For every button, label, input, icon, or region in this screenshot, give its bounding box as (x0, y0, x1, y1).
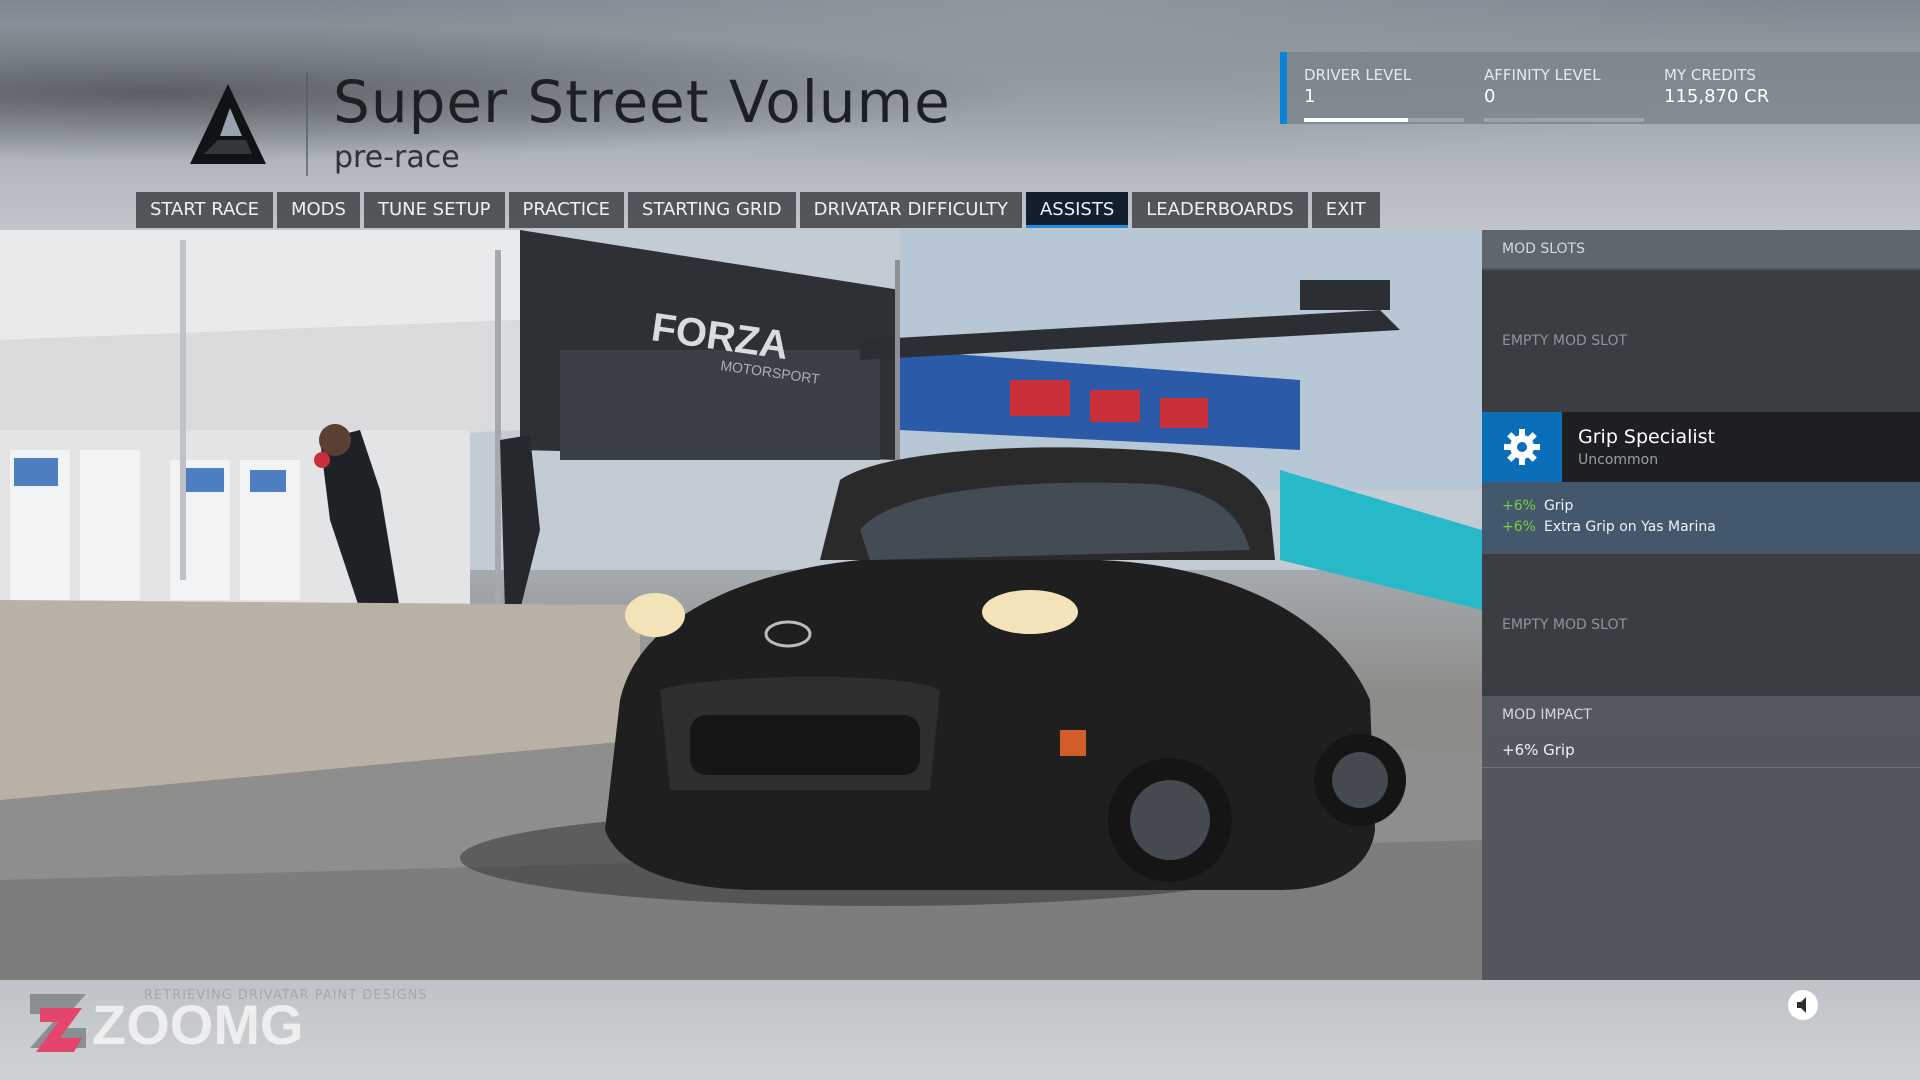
scene-illustration: FORZA MOTORSPORT (0, 230, 1482, 980)
player-stats: DRIVER LEVEL 1 AFFINITY LEVEL 0 MY CREDI… (1280, 52, 1920, 124)
affinity-level-stat: AFFINITY LEVEL 0 (1484, 66, 1601, 107)
mod-slots-header: MOD SLOTS (1482, 230, 1920, 268)
empty-mod-slot-2[interactable]: EMPTY MOD SLOT (1482, 554, 1920, 696)
gear-icon (1504, 429, 1540, 465)
driver-level-value: 1 (1304, 86, 1316, 107)
sound-toggle-button[interactable] (1788, 990, 1818, 1020)
mod-name: Grip Specialist (1578, 426, 1715, 448)
tab-starting-grid[interactable]: STARTING GRID (627, 192, 796, 228)
title-divider (306, 72, 308, 176)
tab-start-race[interactable]: START RACE (136, 192, 273, 228)
driver-level-label: DRIVER LEVEL (1304, 66, 1412, 84)
mod-effect-pct: +6% (1502, 498, 1536, 514)
stats-accent (1280, 52, 1287, 124)
tab-tune-setup[interactable]: TUNE SETUP (363, 192, 505, 228)
mod-impact-value: +6% Grip (1482, 732, 1920, 768)
mod-icon-box (1482, 412, 1562, 482)
credits-label: MY CREDITS (1664, 66, 1756, 84)
mod-impact-header: MOD IMPACT (1482, 696, 1920, 734)
affinity-level-bar (1484, 118, 1644, 122)
tab-leaderboards[interactable]: LEADERBOARDS (1132, 192, 1308, 228)
driver-level-stat: DRIVER LEVEL 1 (1304, 66, 1411, 107)
affinity-level-label: AFFINITY LEVEL (1484, 66, 1601, 84)
status-text: RETRIEVING DRIVATAR PAINT DESIGNS (144, 988, 428, 1003)
mod-card-grip-specialist[interactable]: Grip Specialist Uncommon (1482, 412, 1920, 482)
mod-slots-panel: MOD SLOTS EMPTY MOD SLOT Grip Specialist (1482, 230, 1920, 980)
mod-effect-row: +6% Grip (1502, 496, 1920, 517)
tab-practice[interactable]: PRACTICE (508, 192, 624, 228)
credits-stat: MY CREDITS 115,870 CR (1664, 66, 1769, 107)
pre-race-menu: START RACE MODS TUNE SETUP PRACTICE STARTING… (136, 192, 1384, 228)
driver-level-bar (1304, 118, 1464, 122)
car-preview-scene: FORZA MOTORSPORT (0, 230, 1482, 980)
affinity-level-value: 0 (1484, 86, 1496, 107)
tab-exit[interactable]: EXIT (1311, 192, 1380, 228)
mod-effects: +6% Grip +6% Extra Grip on Yas Marina (1482, 482, 1920, 552)
credits-value: 115,870 CR (1664, 86, 1770, 107)
mod-effect-text: Extra Grip on Yas Marina (1543, 519, 1716, 535)
event-subtitle: pre-race (334, 140, 460, 175)
speaker-icon (1797, 997, 1806, 1013)
driver-level-fill (1304, 118, 1408, 122)
tab-assists[interactable]: ASSISTS (1025, 192, 1129, 228)
empty-mod-slot-1[interactable]: EMPTY MOD SLOT (1482, 270, 1920, 412)
tab-drivatar-difficulty[interactable]: DRIVATAR DIFFICULTY (799, 192, 1022, 228)
mod-effect-text: Grip (1543, 498, 1574, 514)
mod-effect-pct: +6% (1502, 519, 1536, 535)
mod-rarity: Uncommon (1578, 452, 1659, 468)
event-title: Super Street Volume (333, 68, 951, 136)
tab-mods[interactable]: MODS (276, 192, 360, 228)
mod-effect-row: +6% Extra Grip on Yas Marina (1502, 517, 1920, 538)
forza-logo-icon (190, 84, 266, 164)
